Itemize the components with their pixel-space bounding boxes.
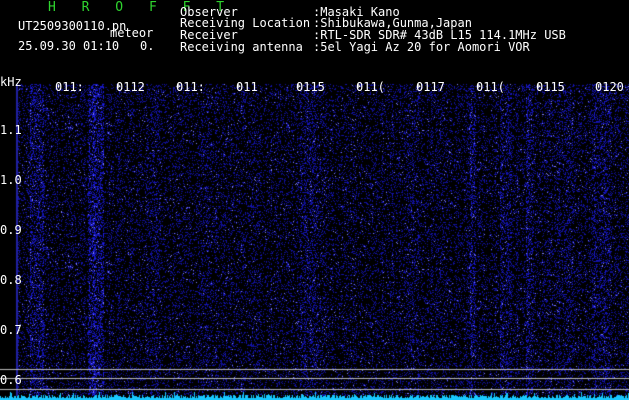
time-tick-label: 0115 xyxy=(296,80,325,94)
time-tick-label: 011: xyxy=(55,80,84,94)
meteor-count: 0. xyxy=(140,39,155,53)
spectrogram-display xyxy=(0,0,629,400)
antenna-label: Receiving antenna xyxy=(180,40,303,54)
time-tick-label: 0115 xyxy=(536,80,565,94)
freq-tick-label: 1.1 xyxy=(0,123,22,137)
time-tick-label: 011( xyxy=(356,80,385,94)
time-tick-label: 011 xyxy=(236,80,258,94)
freq-tick-label: 1.0 xyxy=(0,173,22,187)
freq-tick-label: 0.7 xyxy=(0,323,22,337)
time-tick-label: 0117 xyxy=(416,80,445,94)
datetime-label: 25.09.30 01:10 xyxy=(18,39,120,53)
freq-tick-label: 0.8 xyxy=(0,273,22,287)
freq-tick-label: 0.9 xyxy=(0,223,22,237)
freq-unit-label: kHz xyxy=(0,75,22,89)
time-tick-label: 0120 xyxy=(595,80,624,94)
time-tick-label: 011( xyxy=(476,80,505,94)
mode-label: meteor xyxy=(110,26,154,40)
freq-tick-label: 0.6 xyxy=(0,373,22,387)
time-tick-label: 0112 xyxy=(116,80,145,94)
time-tick-label: 011: xyxy=(176,80,205,94)
antenna-value: :5el Yagi Az 20 for Aomori VOR xyxy=(313,40,530,54)
